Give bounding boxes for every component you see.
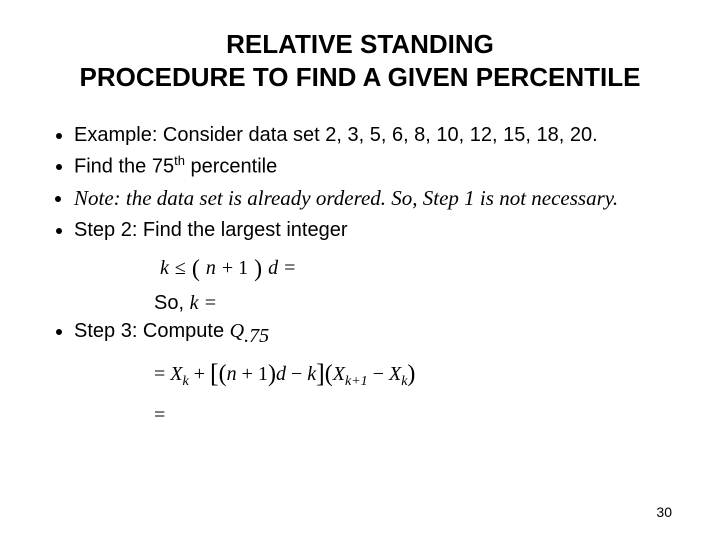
f2-k-sub: k — [183, 374, 189, 389]
sym-Q: Q — [230, 320, 244, 342]
f2-k1-sub: k+1 — [345, 374, 368, 389]
formula-k-inequality: k ≤ ( n + 1) d = — [160, 255, 680, 282]
title-line-2: PROCEDURE TO FIND A GIVEN PERCENTILE — [80, 62, 641, 92]
ordinal-suffix: th — [174, 153, 185, 168]
sym-n: n — [206, 257, 216, 280]
f2-plus: + — [194, 363, 210, 385]
f2-mul-rparen: ) — [407, 361, 415, 387]
formula-percentile: = Xk + [(n + 1)d − k](Xk+1 − Xk) — [154, 357, 680, 390]
f2-Xk1: X — [333, 363, 345, 385]
f2-d: d — [276, 363, 286, 385]
f2-eq: = — [154, 363, 170, 385]
page-number: 30 — [656, 504, 672, 520]
slide: RELATIVE STANDING PROCEDURE TO FIND A GI… — [0, 0, 720, 540]
bullet-list-2: Step 3: Compute Q.75 — [40, 317, 680, 351]
f2-mul-lparen: ( — [325, 361, 333, 387]
f2-lparen: ( — [219, 361, 227, 387]
bullet-step2: Step 2: Find the largest integer — [74, 216, 680, 245]
formula-result-eq: = — [154, 404, 680, 427]
slide-title: RELATIVE STANDING PROCEDURE TO FIND A GI… — [40, 28, 680, 95]
step3-label: Step 3: Compute — [74, 320, 230, 342]
f2-n: n — [227, 363, 237, 385]
sym-plus1: + 1 — [222, 257, 248, 280]
sym-lparen: ( — [192, 256, 200, 283]
f2-minus2: − — [368, 363, 389, 385]
f2-Xk: X — [170, 363, 182, 385]
f2-minus: − — [286, 363, 307, 385]
so-label: So, — [154, 292, 190, 314]
sym-Q-sub: .75 — [244, 325, 269, 347]
bullet-example: Example: Consider data set 2, 3, 5, 6, 8… — [74, 121, 680, 150]
f2-lbracket: [ — [210, 359, 219, 388]
bullet-find-percentile: Find the 75th percentile — [74, 152, 680, 182]
f2-rparen: ) — [268, 361, 276, 387]
sym-k: k — [160, 257, 169, 280]
bullet-find-pre: Find the 75 — [74, 155, 174, 177]
bullet-note: Note: the data set is already ordered. S… — [74, 183, 680, 213]
f2-Xk2: X — [389, 363, 401, 385]
sym-d: d — [268, 257, 278, 280]
bullet-step3: Step 3: Compute Q.75 — [74, 317, 680, 351]
f2-rbracket: ] — [316, 359, 325, 388]
sym-rparen: ) — [254, 256, 262, 283]
bullet-find-post: percentile — [185, 155, 277, 177]
so-k-equals: k = — [190, 292, 217, 314]
sym-eq-trailing: = — [284, 257, 295, 280]
title-line-1: RELATIVE STANDING — [226, 29, 494, 59]
sym-le: ≤ — [175, 257, 186, 280]
so-line: So, k = — [154, 292, 680, 315]
bullet-list: Example: Consider data set 2, 3, 5, 6, 8… — [40, 121, 680, 245]
f2-plus1: + 1 — [237, 363, 268, 385]
f2-k: k — [307, 363, 316, 385]
